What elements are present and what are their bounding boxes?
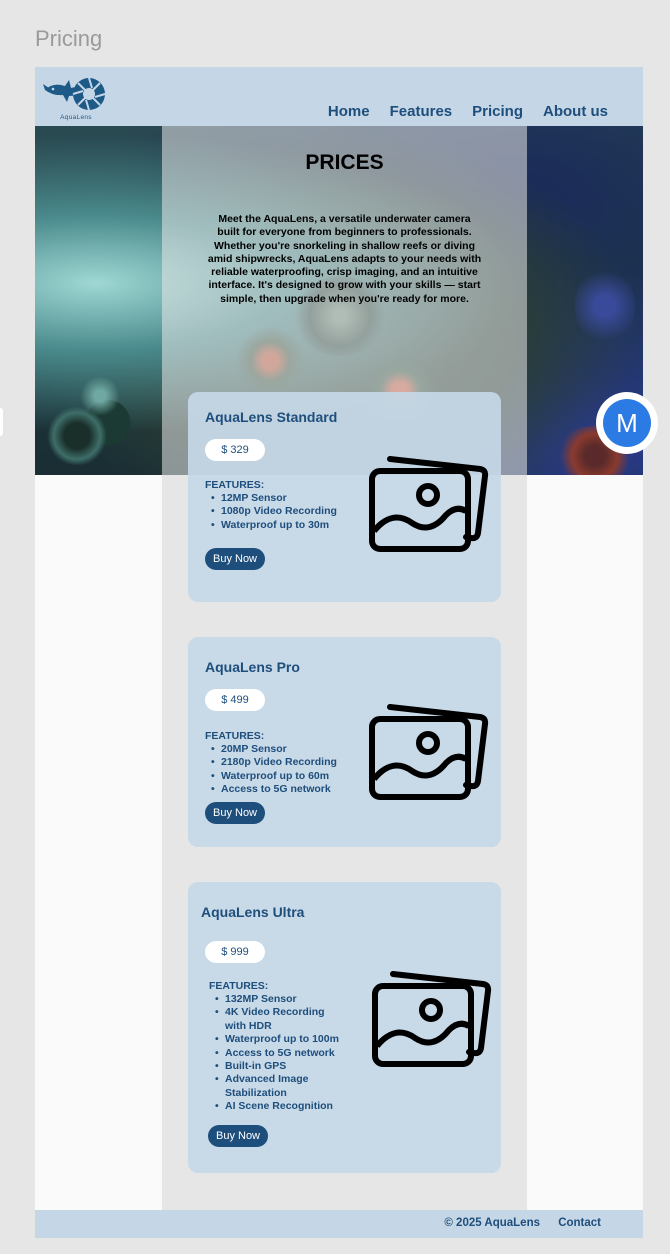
- image-icon: [369, 704, 489, 800]
- frame-label: Pricing: [35, 26, 103, 51]
- feature-item: Advanced Image Stabilization: [209, 1073, 339, 1100]
- feature-item: Waterproof up to 30m: [205, 519, 340, 533]
- nav-pricing[interactable]: Pricing: [472, 103, 523, 120]
- product-title: AquaLens Ultra: [201, 904, 305, 920]
- nav-about-us[interactable]: About us: [543, 103, 608, 120]
- feature-item: Built-in GPS: [209, 1060, 339, 1074]
- price-badge: $ 499: [205, 689, 265, 711]
- footer: © 2025 AquaLens Contact: [35, 1210, 643, 1238]
- feature-item: Waterproof up to 60m: [205, 770, 340, 784]
- image-icon: [372, 971, 492, 1067]
- feature-item: 2180p Video Recording: [205, 756, 340, 770]
- avatar-button[interactable]: M: [596, 392, 658, 454]
- features-label: FEATURES:: [205, 730, 265, 742]
- feature-item: Access to 5G network: [205, 783, 340, 797]
- fish-camera-logo-icon: [43, 77, 106, 111]
- product-card-standard: AquaLens Standard $ 329 FEATURES: 12MP S…: [188, 392, 501, 602]
- buy-now-button[interactable]: Buy Now: [208, 1125, 268, 1147]
- product-card-ultra: AquaLens Ultra $ 999 FEATURES: 132MP Sen…: [188, 882, 501, 1173]
- feature-list: 12MP Sensor 1080p Video Recording Waterp…: [205, 492, 340, 533]
- footer-contact-link[interactable]: Contact: [558, 1217, 601, 1229]
- logo-text: AquaLens: [60, 114, 92, 121]
- feature-item: 20MP Sensor: [205, 743, 340, 757]
- image-icon: [369, 456, 489, 552]
- feature-item: Waterproof up to 100m: [209, 1033, 339, 1047]
- feature-list: 132MP Sensor 4K Video Recording with HDR…: [209, 993, 339, 1114]
- feature-item: 4K Video Recording with HDR: [209, 1006, 339, 1033]
- navbar: AquaLens Home Features Pricing About us: [35, 67, 643, 126]
- feature-list: 20MP Sensor 2180p Video Recording Waterp…: [205, 743, 340, 797]
- feature-item: 1080p Video Recording: [205, 505, 340, 519]
- feature-item: Access to 5G network: [209, 1047, 339, 1061]
- avatar: M: [603, 399, 651, 447]
- product-title: AquaLens Pro: [205, 659, 300, 675]
- hero-description: Meet the AquaLens, a versatile underwate…: [207, 213, 482, 305]
- features-label: FEATURES:: [209, 980, 269, 992]
- logo[interactable]: AquaLens: [43, 74, 109, 122]
- page-title: PRICES: [305, 151, 384, 174]
- footer-copyright: © 2025 AquaLens: [444, 1217, 540, 1229]
- feature-item: AI Scene Recognition: [209, 1100, 339, 1114]
- product-title: AquaLens Standard: [205, 409, 338, 425]
- feature-item: 132MP Sensor: [209, 993, 339, 1007]
- buy-now-button[interactable]: Buy Now: [205, 802, 265, 824]
- nav-home[interactable]: Home: [328, 103, 370, 120]
- buy-now-button[interactable]: Buy Now: [205, 548, 265, 570]
- features-label: FEATURES:: [205, 479, 265, 491]
- nav-features[interactable]: Features: [390, 103, 453, 120]
- side-panel-tab[interactable]: [0, 408, 3, 436]
- price-badge: $ 329: [205, 439, 265, 461]
- main-nav: Home Features Pricing About us: [328, 103, 608, 120]
- price-badge: $ 999: [205, 941, 265, 963]
- page: AquaLens Home Features Pricing About us …: [35, 67, 643, 1238]
- feature-item: 12MP Sensor: [205, 492, 340, 506]
- product-card-pro: AquaLens Pro $ 499 FEATURES: 20MP Sensor…: [188, 637, 501, 847]
